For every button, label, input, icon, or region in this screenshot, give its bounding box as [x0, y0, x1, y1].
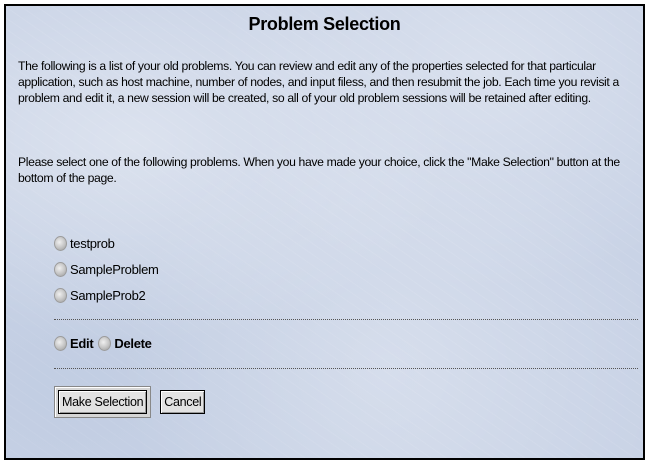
divider [54, 319, 638, 320]
button-row: Make Selection Cancel [54, 386, 206, 418]
edit-label: Edit [70, 336, 94, 351]
action-options: Edit Delete [54, 336, 152, 351]
page-title: Problem Selection [248, 14, 401, 34]
intro-paragraph: The following is a list of your old prob… [18, 59, 619, 105]
problem-option-testprob[interactable]: testprob [54, 230, 159, 256]
cancel-button[interactable]: Cancel [160, 390, 206, 414]
problem-option-label: SampleProb2 [70, 287, 146, 303]
problem-selection-panel: Problem Selection The following is a lis… [4, 4, 645, 460]
edit-radio-button[interactable] [54, 336, 67, 351]
delete-radio-button[interactable] [98, 336, 112, 351]
problem-list: testprob SampleProblem SampleProb2 [54, 230, 159, 308]
radio-button[interactable] [54, 287, 67, 303]
radio-button[interactable] [54, 235, 67, 251]
delete-label: Delete [114, 336, 152, 351]
make-selection-button[interactable]: Make Selection [58, 390, 148, 414]
radio-button[interactable] [54, 261, 67, 277]
problem-option-label: testprob [70, 235, 115, 251]
divider [54, 368, 638, 369]
problem-option-sampleprob2[interactable]: SampleProb2 [54, 282, 159, 308]
instruction-paragraph: Please select one of the following probl… [18, 155, 620, 185]
problem-option-sampleproblem[interactable]: SampleProblem [54, 256, 159, 282]
problem-option-label: SampleProblem [70, 261, 159, 277]
default-button-frame: Make Selection [54, 386, 152, 418]
